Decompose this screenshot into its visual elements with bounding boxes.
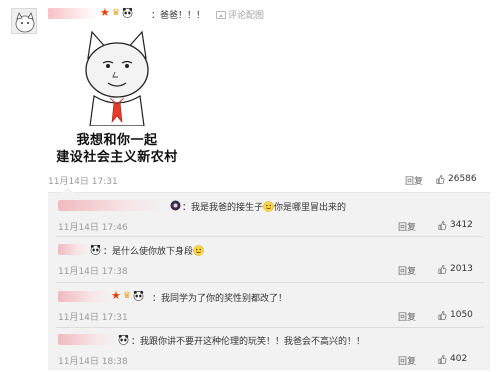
panda-icon bbox=[122, 7, 133, 18]
meme-face-drawing bbox=[48, 26, 186, 127]
reply-text-part1: ：我是我爸的接生子 bbox=[182, 203, 264, 213]
image-icon bbox=[216, 10, 226, 19]
username-redacted[interactable] bbox=[48, 8, 100, 19]
thumbs-up-icon bbox=[438, 354, 447, 364]
reply-divider bbox=[56, 282, 484, 283]
reply-time: 11月14日 18:38 bbox=[58, 357, 128, 367]
comment-text: ：爸爸！！！ bbox=[151, 11, 206, 21]
reply-time: 11月14日 17:31 bbox=[58, 313, 128, 323]
user-badges: ★ ♛ bbox=[100, 7, 133, 18]
like-button[interactable]: 3412 bbox=[438, 220, 473, 230]
like-count: 2013 bbox=[450, 264, 473, 274]
reply-button[interactable]: 回复 bbox=[398, 264, 416, 277]
like-count: 3412 bbox=[450, 220, 473, 230]
like-count: 1050 bbox=[450, 310, 473, 320]
reply-text: ：我跟你讲不要开这种伦理的玩笑！！我爸会不高兴的！！ bbox=[131, 337, 366, 347]
star-icon: ★ bbox=[100, 6, 110, 19]
panda-icon bbox=[118, 334, 129, 345]
reply-username[interactable] bbox=[58, 244, 88, 255]
reply-text-part1: ：是什么使你放下身段 bbox=[103, 247, 194, 257]
like-button[interactable]: 402 bbox=[438, 354, 467, 364]
comment-time: 11月14日 17:31 bbox=[48, 177, 118, 187]
like-button[interactable]: 1050 bbox=[438, 310, 473, 320]
panda-icon bbox=[133, 290, 144, 301]
comment-image-label: 评论配图 bbox=[228, 11, 265, 21]
grin-emoji-icon bbox=[263, 201, 274, 212]
thumbs-up-icon bbox=[438, 264, 447, 274]
level-badge-icon bbox=[170, 200, 181, 211]
avatar[interactable] bbox=[11, 8, 37, 34]
reply-divider bbox=[56, 327, 484, 328]
vip-crown-icon: ♛ bbox=[111, 7, 120, 18]
thumbs-up-icon bbox=[438, 310, 447, 320]
thumbs-up-icon bbox=[438, 220, 447, 230]
reply-text: ：我是我爸的接生子 你是哪里冒出来的 bbox=[182, 200, 346, 213]
reply-text: ：是什么使你放下身段 bbox=[103, 244, 204, 257]
reply-username[interactable] bbox=[58, 291, 110, 302]
reply-time: 11月14日 17:38 bbox=[58, 267, 128, 277]
reply-username[interactable] bbox=[58, 200, 166, 211]
like-count: 402 bbox=[450, 354, 468, 364]
reply-text-part2: 你是哪里冒出来的 bbox=[274, 203, 347, 213]
meme-caption-line2: 建设社会主义新农村 bbox=[56, 150, 178, 165]
vip-crown-icon: ♛ bbox=[122, 290, 131, 301]
like-count: 26586 bbox=[448, 174, 477, 184]
reply-button[interactable]: 回复 bbox=[405, 174, 423, 187]
panda-icon bbox=[90, 244, 101, 255]
cat-avatar-image bbox=[12, 9, 36, 33]
reply-text: ：我同学为了你的奖性别都改了！ bbox=[152, 294, 288, 304]
reply-divider bbox=[56, 236, 484, 237]
user-badges: ★ ♛ bbox=[111, 290, 144, 301]
reply-button[interactable]: 回复 bbox=[398, 310, 416, 323]
reply-button[interactable]: 回复 bbox=[398, 354, 416, 367]
like-button[interactable]: 2013 bbox=[438, 264, 473, 274]
grin-emoji-icon bbox=[193, 245, 204, 256]
thumbs-up-icon bbox=[436, 174, 445, 184]
like-button[interactable]: 26586 bbox=[436, 174, 477, 184]
reply-button[interactable]: 回复 bbox=[398, 220, 416, 233]
star-icon: ★ bbox=[111, 289, 121, 302]
reply-username[interactable] bbox=[58, 334, 116, 345]
comment-image-link[interactable]: 评论配图 bbox=[216, 8, 264, 21]
reply-time: 11月14日 17:46 bbox=[58, 223, 128, 233]
meme-image[interactable]: 我想和你一起 建设社会主义新农村 bbox=[48, 26, 186, 166]
